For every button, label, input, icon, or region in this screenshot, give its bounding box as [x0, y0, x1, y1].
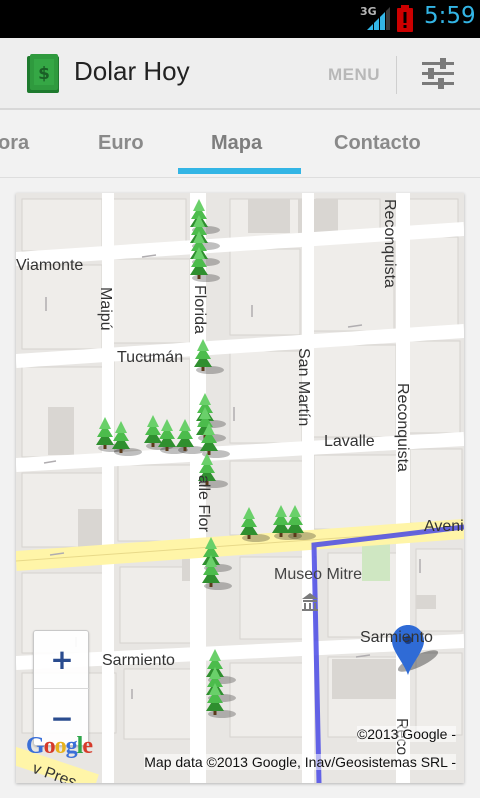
dollar-app-icon[interactable]: $ [24, 54, 62, 94]
map-copyright: ©2013 Google - [356, 726, 456, 742]
tab-mapa[interactable]: Mapa [211, 132, 262, 155]
clock: 5:59 [424, 3, 476, 29]
signal-icon [367, 7, 390, 30]
street-label-sarmiento-left: Sarmiento [102, 652, 175, 669]
action-bar-divider [396, 56, 397, 94]
street-label-viamonte: Viamonte [16, 257, 84, 274]
tab-euro[interactable]: Euro [98, 132, 144, 155]
street-label-reconquista-top: Reconquista [381, 199, 398, 288]
tab-bar: ora Euro Mapa Contacto [0, 112, 480, 178]
status-bar: 3G 5:59 [0, 0, 480, 38]
tab-compra[interactable]: ora [0, 132, 29, 155]
street-label-florida: Florida [191, 285, 208, 334]
app-title: Dolar Hoy [74, 56, 190, 86]
active-tab-indicator [178, 168, 301, 174]
poi-label-museo-mitre[interactable]: Museo Mitre [274, 566, 362, 584]
map-view[interactable]: Viamonte Maipú Florida Tucumán San Martí… [16, 193, 464, 783]
menu-button[interactable]: MENU [328, 65, 380, 85]
street-label-reconquista-mid: Reconquista [394, 383, 411, 472]
battery-alert-icon [397, 5, 413, 32]
street-label-calle-florida: alle Flor [195, 475, 212, 532]
street-label-tucuman: Tucumán [117, 349, 184, 366]
action-bar: $ Dolar Hoy MENU [0, 38, 480, 110]
tab-contacto[interactable]: Contacto [334, 132, 421, 155]
map-data-attribution[interactable]: Map data ©2013 Google, Inav/Geosistemas … [144, 754, 456, 770]
street-label-maipu: Maipú [97, 287, 114, 331]
zoom-control: + − [33, 630, 90, 746]
zoom-in-button[interactable]: + [34, 631, 90, 689]
google-logo[interactable]: Google [26, 733, 93, 760]
street-label-lavalle: Lavalle [324, 433, 375, 450]
street-label-avenida: Avenid [424, 518, 464, 535]
settings-sliders-icon[interactable] [420, 56, 456, 92]
street-label-sarmiento-right: Sarmiento [360, 629, 433, 646]
street-label-san-martin: San Martín [295, 348, 312, 427]
svg-text:$: $ [38, 64, 50, 84]
